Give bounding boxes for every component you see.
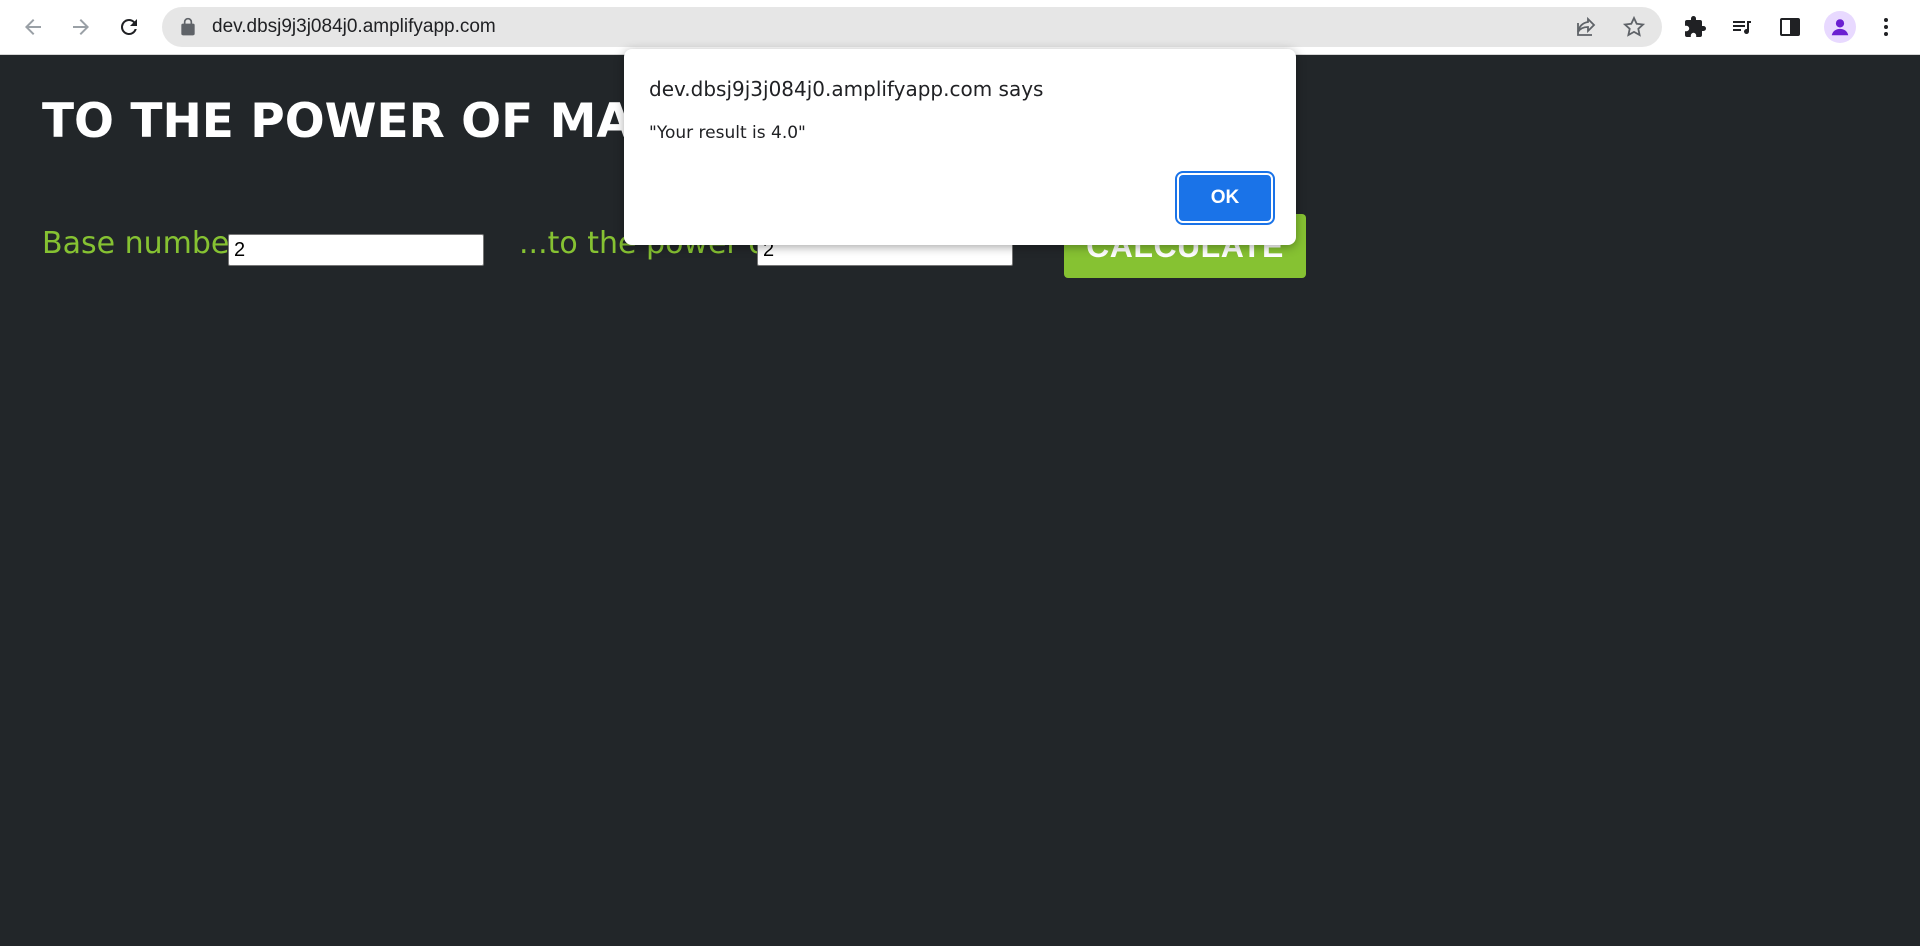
alert-dialog: dev.dbsj9j3j084j0.amplifyapp.com says "Y… bbox=[624, 49, 1296, 245]
address-bar[interactable]: dev.dbsj9j3j084j0.amplifyapp.com bbox=[162, 7, 1662, 47]
ok-button[interactable]: OK bbox=[1175, 171, 1275, 225]
media-queue-button[interactable] bbox=[1724, 9, 1760, 45]
dialog-message: "Your result is 4.0" bbox=[649, 123, 806, 143]
url-text[interactable]: dev.dbsj9j3j084j0.amplifyapp.com bbox=[212, 16, 496, 38]
forward-arrow-icon bbox=[73, 19, 89, 35]
media-queue-icon bbox=[1733, 21, 1751, 34]
base-number-label: Base number: bbox=[42, 226, 252, 261]
puzzle-icon bbox=[1685, 16, 1706, 37]
extensions-button[interactable] bbox=[1677, 9, 1713, 45]
browser-toolbar: dev.dbsj9j3j084j0.amplifyapp.com bbox=[0, 0, 1920, 55]
back-button[interactable] bbox=[15, 9, 51, 45]
profile-avatar-icon[interactable] bbox=[1824, 11, 1856, 43]
base-number-input[interactable] bbox=[228, 234, 484, 266]
page-title: TO THE POWER OF MATH! bbox=[42, 94, 722, 149]
side-panel-icon bbox=[1780, 18, 1800, 36]
side-panel-button[interactable] bbox=[1772, 9, 1808, 45]
share-icon[interactable] bbox=[1574, 15, 1598, 39]
lock-icon[interactable] bbox=[178, 17, 198, 37]
reload-button[interactable] bbox=[111, 9, 147, 45]
kebab-menu-icon bbox=[1884, 18, 1888, 36]
dialog-origin-text: dev.dbsj9j3j084j0.amplifyapp.com says bbox=[649, 77, 1044, 101]
person-icon bbox=[1831, 19, 1849, 36]
back-arrow-icon bbox=[25, 19, 41, 35]
browser-menu-button[interactable] bbox=[1868, 9, 1904, 45]
reload-icon bbox=[120, 18, 137, 35]
star-icon[interactable] bbox=[1622, 15, 1646, 39]
forward-button[interactable] bbox=[63, 9, 99, 45]
